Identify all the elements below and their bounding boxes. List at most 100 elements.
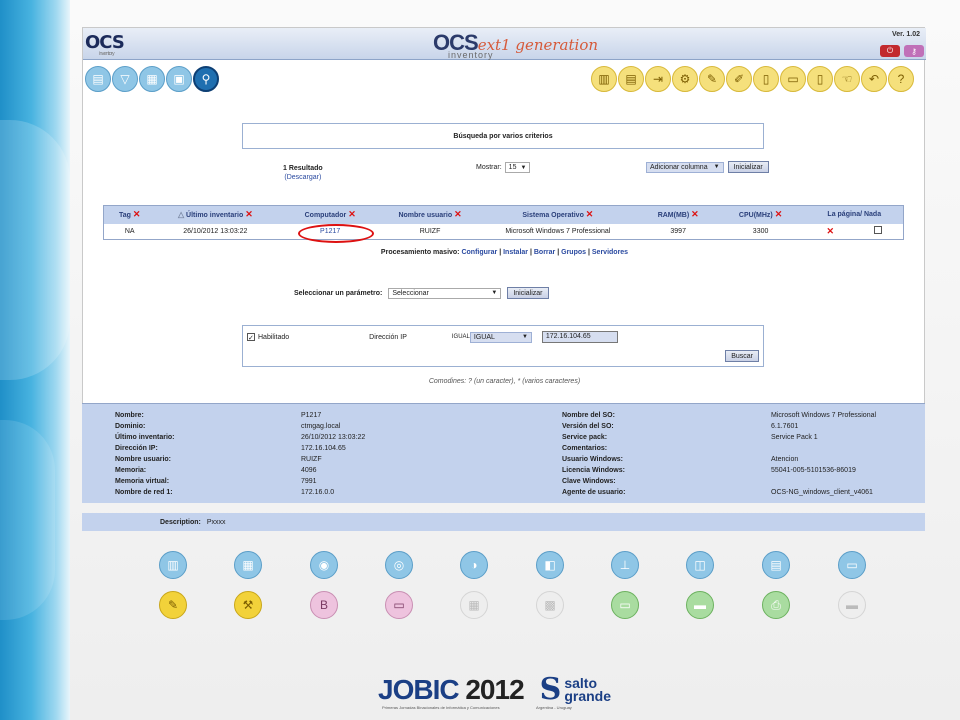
packages-icon[interactable]: ▥ bbox=[591, 66, 617, 92]
row-checkbox[interactable] bbox=[874, 225, 883, 234]
col-ram[interactable]: RAM(MB) ✕ bbox=[640, 205, 716, 224]
edit-icon[interactable]: ✐ bbox=[726, 66, 752, 92]
memory-icon[interactable]: ▦ bbox=[234, 551, 262, 579]
cell-user: RUIZF bbox=[385, 223, 475, 240]
remove-column-icon[interactable]: ✕ bbox=[348, 209, 356, 219]
description-value: Pxxxx bbox=[206, 518, 226, 526]
serial-icon[interactable]: ▭ bbox=[838, 551, 866, 579]
description-bar: Description: Pxxxx bbox=[82, 513, 925, 531]
details-left-labels: Nombre: Dominio: Último inventario: Direcci… bbox=[115, 412, 175, 496]
col-user[interactable]: Nombre usuario ✕ bbox=[385, 205, 475, 224]
table-row[interactable]: NA 26/10/2012 13:03:22 P1217 RUIZF Micro… bbox=[103, 223, 904, 240]
main-toolbar: ▤ ▽ ▦ ▣ ⚲ ▥ ▤ ⇥ ⚙ ✎ ✐ ▯ ▭ ▯ ☜ ↶ ? bbox=[83, 66, 926, 98]
param-select[interactable]: Seleccionar ▼ bbox=[388, 287, 502, 299]
operator-select[interactable]: IGUAL ▼ bbox=[469, 331, 532, 343]
table-header-row: Tag ✕ △ Último inventario ✕ Computador ✕… bbox=[103, 205, 904, 224]
cell-ram: 3997 bbox=[640, 223, 716, 240]
network-card-icon[interactable]: ▬ bbox=[686, 591, 714, 619]
wrench-icon[interactable]: ✎ bbox=[699, 66, 725, 92]
password-button[interactable]: ⚷ bbox=[904, 45, 924, 57]
undo-icon[interactable]: ↶ bbox=[861, 66, 887, 92]
link-configure[interactable]: Configurar bbox=[461, 249, 497, 256]
cell-last-inventory: 26/10/2012 13:03:22 bbox=[155, 223, 276, 240]
computer-details-panel: Nombre: Dominio: Último inventario: Direcci… bbox=[82, 403, 925, 503]
show-select[interactable]: 15 ▼ bbox=[504, 162, 531, 173]
results-count: 1 Resultado bbox=[283, 165, 323, 172]
description-label: Description: bbox=[160, 518, 201, 526]
hand-icon[interactable]: ☜ bbox=[834, 66, 860, 92]
printer-icon[interactable]: ⎙ bbox=[762, 591, 790, 619]
slots-icon[interactable]: ▤ bbox=[762, 551, 790, 579]
document-icon[interactable]: ▯ bbox=[753, 66, 779, 92]
input-icon[interactable]: ⊥ bbox=[611, 551, 639, 579]
col-last-inventory[interactable]: △ Último inventario ✕ bbox=[155, 205, 276, 224]
col-cpu[interactable]: CPU(MHz) ✕ bbox=[715, 205, 806, 224]
deploy-icon[interactable]: ⇥ bbox=[645, 66, 671, 92]
ocs-app-window: OCS inventory OCSext1 generation inventor… bbox=[82, 27, 926, 415]
link-servers[interactable]: Servidores bbox=[592, 249, 628, 256]
param-init-button[interactable]: Inicializar bbox=[507, 287, 549, 299]
drives-icon[interactable]: ◎ bbox=[385, 551, 413, 579]
enabled-checkbox[interactable]: ✓ bbox=[247, 333, 255, 342]
filter-box: ✓ Habilitado Dirección IP IGUAL IGUAL ▼ 1… bbox=[242, 325, 764, 367]
file-icon[interactable]: ▯ bbox=[807, 66, 833, 92]
sound-icon[interactable]: ◧ bbox=[536, 551, 564, 579]
search-title: Búsqueda por varios criterios bbox=[453, 132, 553, 140]
add-column-control: Adicionar columna ▼ Inicializar bbox=[646, 161, 769, 173]
ports-icon[interactable]: ◫ bbox=[686, 551, 714, 579]
video-icon[interactable]: ◑ bbox=[460, 551, 488, 579]
remove-column-icon[interactable]: ✕ bbox=[454, 209, 462, 219]
ip-input[interactable]: 172.16.104.65 bbox=[541, 331, 618, 343]
app-header: OCS inventory OCSext1 generation inventor… bbox=[83, 28, 926, 60]
chevron-down-icon: ▼ bbox=[491, 290, 498, 296]
wrench-icon[interactable]: ⚒ bbox=[234, 591, 262, 619]
network-icon[interactable]: ▦ bbox=[139, 66, 165, 92]
col-page-none[interactable]: La página/ Nada bbox=[805, 205, 904, 224]
col-tag[interactable]: Tag ✕ bbox=[103, 205, 156, 224]
chevron-down-icon: ▼ bbox=[713, 164, 720, 170]
monitor-icon[interactable]: ▭ bbox=[611, 591, 639, 619]
cell-actions: ✕ bbox=[805, 223, 904, 240]
filter-icon[interactable]: ▽ bbox=[112, 66, 138, 92]
software-icon[interactable]: ✎ bbox=[159, 591, 187, 619]
col-os[interactable]: Sistema Operativo ✕ bbox=[474, 205, 641, 224]
computers-icon[interactable]: ▤ bbox=[85, 66, 111, 92]
config-icon[interactable]: ⚙ bbox=[672, 66, 698, 92]
download-link[interactable]: (Descargar) bbox=[284, 174, 321, 181]
sort-asc-icon: △ bbox=[177, 210, 185, 220]
delete-row-icon[interactable]: ✕ bbox=[826, 226, 834, 236]
storage-icon[interactable]: ◉ bbox=[310, 551, 338, 579]
col-computer[interactable]: Computador ✕ bbox=[275, 205, 386, 224]
remove-column-icon[interactable]: ✕ bbox=[691, 209, 699, 219]
help-icon[interactable]: ? bbox=[888, 66, 914, 92]
remove-column-icon[interactable]: ✕ bbox=[245, 209, 253, 219]
link-install[interactable]: Instalar bbox=[503, 249, 528, 256]
link-delete[interactable]: Borrar bbox=[534, 249, 555, 256]
highlight-circle bbox=[298, 224, 374, 243]
link-groups[interactable]: Grupos bbox=[561, 249, 586, 256]
add-column-select[interactable]: Adicionar columna ▼ bbox=[646, 161, 724, 173]
search-button[interactable]: Buscar bbox=[725, 350, 759, 362]
show-control: Mostrar: 15 ▼ bbox=[476, 162, 531, 173]
details-right-values: Microsoft Windows 7 Professional 6.1.7601… bbox=[771, 412, 877, 496]
remove-column-icon[interactable]: ✕ bbox=[775, 209, 783, 219]
init-button[interactable]: Inicializar bbox=[727, 161, 769, 173]
modem-icon: ▬ bbox=[838, 591, 866, 619]
groups-icon[interactable]: ▣ bbox=[166, 66, 192, 92]
remove-column-icon[interactable]: ✕ bbox=[133, 209, 141, 219]
controllers-icon[interactable]: ▥ bbox=[159, 551, 187, 579]
logout-button[interactable]: ⏻ bbox=[880, 45, 900, 57]
wildcards-hint: Comodines: ? (un caracter), * (varios ca… bbox=[428, 378, 581, 385]
folder-icon[interactable]: ▭ bbox=[385, 591, 413, 619]
inventory-icon[interactable]: ▤ bbox=[618, 66, 644, 92]
results-table: Tag ✕ △ Último inventario ✕ Computador ✕… bbox=[103, 205, 904, 240]
salto-grande-logo: S salto grande bbox=[539, 672, 612, 707]
chevron-down-icon: ▼ bbox=[520, 164, 527, 171]
param-label: Seleccionar un parámetro: bbox=[294, 289, 383, 297]
salto-subtitle: Argentina - Uruguay bbox=[536, 705, 572, 710]
remove-column-icon[interactable]: ✕ bbox=[586, 209, 594, 219]
card-icon[interactable]: ▭ bbox=[780, 66, 806, 92]
ocs-logo-left[interactable]: OCS inventory bbox=[85, 32, 125, 57]
search-icon[interactable]: ⚲ bbox=[193, 66, 219, 92]
bios-icon[interactable]: B bbox=[310, 591, 338, 619]
